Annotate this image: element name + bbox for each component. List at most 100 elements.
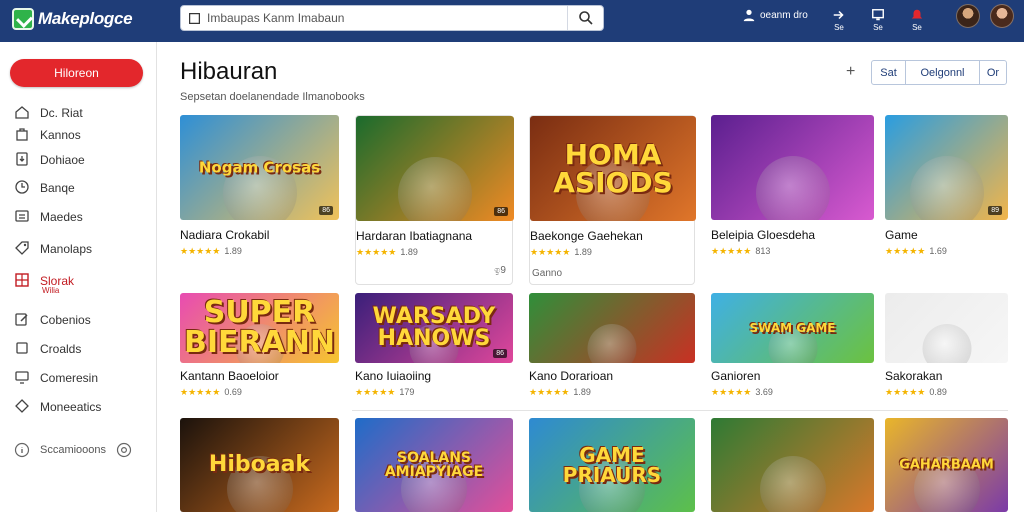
game-thumbnail[interactable]: HOMA ASIODS bbox=[530, 116, 696, 221]
game-thumbnail[interactable]: Nogam Crosas 86 bbox=[180, 115, 339, 220]
game-thumbnail[interactable] bbox=[711, 418, 874, 512]
sidebar-item-6[interactable]: Manolaps bbox=[14, 240, 92, 258]
game-thumbnail[interactable] bbox=[711, 115, 874, 220]
game-card[interactable]: Beleipia Gloesdeha ★★★★★ 813 bbox=[711, 115, 874, 285]
thumbnail-character bbox=[398, 157, 472, 221]
thumbnail-badge: 86 bbox=[319, 206, 333, 215]
segment-or[interactable]: Or bbox=[980, 61, 1006, 84]
sidebar-item-9[interactable]: Croalds bbox=[14, 340, 81, 358]
game-title[interactable]: Beleipia Gloesdeha bbox=[711, 228, 815, 242]
game-card[interactable]: SOALANS AMIAPYIAGE bbox=[355, 418, 513, 512]
view-toggle: Sat Oelgonnl Or bbox=[871, 60, 1007, 85]
notifications-action[interactable]: Se bbox=[910, 8, 924, 32]
add-icon[interactable]: + bbox=[846, 63, 855, 81]
game-title[interactable]: Kano Iuiaoiing bbox=[355, 369, 431, 383]
page-subtitle: Sepsetan doelanendade Ilmanobooks bbox=[180, 91, 365, 103]
sidebar-item-3[interactable]: Dohiaoe bbox=[14, 151, 85, 169]
card-meta: ඉ9 bbox=[494, 265, 506, 276]
sidebar-item-sublabel: Wilia bbox=[42, 286, 60, 295]
game-thumbnail[interactable]: GAHARBAAM bbox=[885, 418, 1008, 512]
game-card[interactable]: SUPER BIERANN Kantann Baoeloior ★★★★★ 0.69 bbox=[180, 293, 339, 403]
star-rating-icon: ★★★★★ bbox=[355, 387, 396, 397]
game-card[interactable]: Hiboaak bbox=[180, 418, 339, 512]
sidebar-item-label: Comeresin bbox=[40, 371, 99, 385]
game-rating: ★★★★★ 0.69 bbox=[180, 387, 242, 398]
sidebar-item-label: Dc. Riat bbox=[40, 106, 83, 120]
profile-avatar[interactable] bbox=[990, 4, 1014, 28]
game-thumbnail[interactable]: WARSADY HANOWS 86 bbox=[355, 293, 513, 363]
star-rating-icon: ★★★★★ bbox=[180, 387, 221, 397]
game-card[interactable]: GAHARBAAM bbox=[885, 418, 1008, 512]
game-thumbnail[interactable]: Hiboaak bbox=[180, 418, 339, 512]
primary-button[interactable]: Hiloreon bbox=[10, 59, 143, 87]
game-thumbnail[interactable]: SWAM GAME bbox=[711, 293, 874, 363]
sidebar-item-8[interactable]: Cobenios bbox=[14, 311, 91, 329]
segment-sat[interactable]: Sat bbox=[872, 61, 906, 84]
game-rating: ★★★★★ 1.69 bbox=[885, 246, 947, 257]
app-logo[interactable]: Makeplogce bbox=[12, 6, 133, 32]
game-thumbnail[interactable] bbox=[529, 293, 695, 363]
thumbnail-character bbox=[755, 156, 830, 220]
game-card[interactable]: HOMA ASIODS Baekonge Gaehekan ★★★★★ 1.89 Gan… bbox=[529, 115, 696, 285]
game-thumbnail[interactable]: SOALANS AMIAPYIAGE bbox=[355, 418, 513, 512]
game-title[interactable]: Sakorakan bbox=[885, 369, 942, 383]
game-title[interactable]: Kano Dorarioan bbox=[529, 369, 613, 383]
thumbnail-badge: 86 bbox=[494, 207, 508, 216]
game-title[interactable]: Kantann Baoeloior bbox=[180, 369, 279, 383]
search-icon bbox=[578, 11, 593, 25]
segment-oelgonnl[interactable]: Oelgonnl bbox=[906, 61, 980, 84]
thumbnail-title: Hiboaak bbox=[208, 452, 311, 477]
game-title[interactable]: Baekonge Gaehekan bbox=[530, 229, 643, 243]
thumbnail-badge: 89 bbox=[988, 206, 1002, 215]
sidebar-item-label: Cobenios bbox=[40, 313, 91, 327]
sidebar-item-label: Dohiaoe bbox=[40, 153, 85, 167]
search-input[interactable] bbox=[207, 6, 567, 30]
game-card[interactable]: 86 Hardaran Ibatiagnana ★★★★★ 1.89 ඉ9 bbox=[355, 115, 514, 285]
sidebar-item-1[interactable]: Dc. Riat bbox=[14, 104, 83, 122]
search-menu-icon[interactable] bbox=[181, 6, 207, 30]
share-action[interactable]: Se bbox=[832, 8, 846, 32]
game-card[interactable]: WARSADY HANOWS 86 Kano Iuiaoiing ★★★★★ 179 bbox=[355, 293, 513, 403]
game-card[interactable]: Nogam Crosas 86 Nadiara Crokabil ★★★★★ 1.89 bbox=[180, 115, 339, 285]
square-icon bbox=[14, 340, 30, 359]
sidebar-item-7[interactable]: Slorak Wilia bbox=[14, 272, 74, 295]
star-rating-icon: ★★★★★ bbox=[529, 387, 570, 397]
game-title[interactable]: Hardaran Ibatiagnana bbox=[356, 229, 472, 243]
logo-icon bbox=[12, 8, 34, 30]
game-thumbnail[interactable]: SUPER BIERANN bbox=[180, 293, 339, 363]
download-icon bbox=[14, 151, 30, 170]
avatar[interactable] bbox=[956, 4, 980, 28]
account-action[interactable]: oeanm dro bbox=[742, 8, 808, 22]
thumbnail-title: GAHARBAAM bbox=[899, 457, 994, 473]
sidebar-item-4[interactable]: Banqe bbox=[14, 179, 75, 197]
sidebar-item-5[interactable]: Maedes bbox=[14, 208, 83, 226]
sidebar-item-11[interactable]: Moneeatics bbox=[14, 398, 101, 416]
sidebar-item-10[interactable]: Comeresin bbox=[14, 369, 98, 387]
game-card[interactable]: Kano Dorarioan ★★★★★ 1.89 bbox=[529, 293, 695, 403]
game-card[interactable]: GAME PRIAURS bbox=[529, 418, 695, 512]
game-thumbnail[interactable]: GAME PRIAURS bbox=[529, 418, 695, 512]
bell-icon bbox=[911, 9, 923, 19]
home-icon bbox=[14, 104, 30, 123]
game-title[interactable]: Ganioren bbox=[711, 369, 760, 383]
search-button[interactable] bbox=[567, 6, 603, 30]
grid-icon bbox=[14, 272, 30, 291]
game-title[interactable]: Game bbox=[885, 228, 918, 242]
game-thumbnail[interactable]: 89 bbox=[885, 115, 1008, 220]
library-action[interactable]: Se bbox=[871, 8, 885, 32]
game-card[interactable] bbox=[711, 418, 874, 512]
sidebar-footer[interactable]: Sccamiooons bbox=[14, 442, 132, 458]
game-title[interactable]: Nadiara Crokabil bbox=[180, 228, 269, 242]
sidebar-item-2[interactable]: Kannos bbox=[14, 126, 81, 144]
game-thumbnail[interactable] bbox=[885, 293, 1008, 363]
rating-value: 1.69 bbox=[929, 246, 947, 256]
game-card[interactable]: SWAM GAME Ganioren ★★★★★ 3.69 bbox=[711, 293, 874, 403]
thumbnail-title: HOMA ASIODS bbox=[553, 137, 673, 199]
game-card[interactable]: Sakorakan ★★★★★ 0.89 bbox=[885, 293, 1008, 403]
notifications-label: Se bbox=[912, 23, 922, 32]
game-thumbnail[interactable]: 86 bbox=[356, 116, 514, 221]
sidebar-item-label: Manolaps bbox=[40, 242, 93, 256]
thumbnail-badge: 86 bbox=[493, 349, 507, 358]
game-card[interactable]: 89 Game ★★★★★ 1.69 bbox=[885, 115, 1008, 285]
thumbnail-character bbox=[922, 324, 971, 363]
